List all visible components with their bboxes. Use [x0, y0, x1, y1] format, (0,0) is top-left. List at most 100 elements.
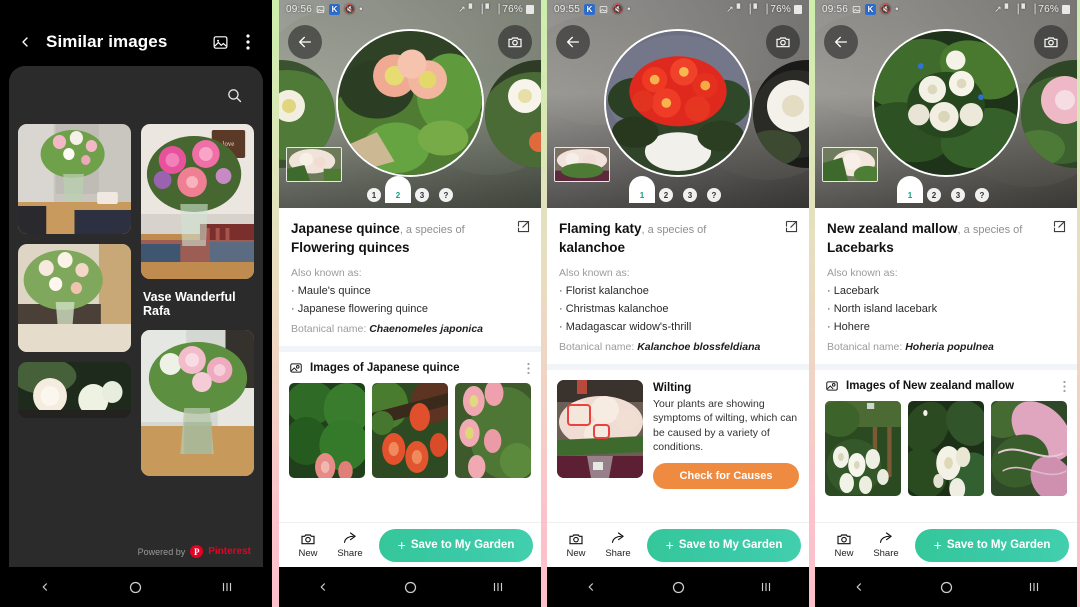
pager-dot-help[interactable]: ?: [707, 188, 721, 202]
hero-camera-button[interactable]: [498, 25, 532, 59]
pager-dot-3[interactable]: 3: [683, 188, 697, 202]
pager-dot-2[interactable]: 2: [659, 188, 673, 202]
kebab-menu-icon: [527, 362, 530, 374]
nav-home-icon[interactable]: [128, 580, 143, 595]
share-button[interactable]: Share: [597, 531, 639, 559]
images-overflow-button[interactable]: [1063, 380, 1066, 396]
camera-icon: [776, 37, 790, 48]
plant-title: Flaming katy, a species of kalanchoe: [559, 220, 797, 256]
plant-image-thumb[interactable]: [991, 400, 1067, 496]
nav-home-icon[interactable]: [939, 580, 954, 595]
save-to-my-garden-button[interactable]: + Save to My Garden: [915, 528, 1069, 562]
plant-image-thumb[interactable]: [372, 382, 448, 478]
carousel-pagination: 1 2 3 ?: [547, 176, 809, 208]
nav-recents-icon[interactable]: [759, 580, 773, 594]
diagnosis-card: Wilting Your plants are showing symptoms…: [557, 379, 799, 489]
hero-back-button[interactable]: [824, 25, 858, 59]
back-button[interactable]: [10, 27, 40, 57]
pager-dot-help[interactable]: ?: [975, 188, 989, 202]
source-thumbnail[interactable]: [822, 147, 878, 182]
photo-source-bouquet: [823, 148, 877, 181]
pager-dot-2[interactable]: 2: [927, 188, 941, 202]
pager-dot-1[interactable]: 1: [367, 188, 381, 202]
save-to-my-garden-button[interactable]: + Save to My Garden: [379, 528, 533, 562]
pager-dot-3[interactable]: 3: [951, 188, 965, 202]
images-overflow-button[interactable]: [527, 362, 530, 378]
status-bar-dark: [0, 0, 272, 18]
nav-recents-icon[interactable]: [1027, 580, 1041, 594]
botanical-label: Botanical name:: [291, 322, 367, 335]
similar-image-thumb[interactable]: [141, 330, 254, 476]
diagnosis-body: Wilting Your plants are showing symptoms…: [653, 380, 799, 489]
nav-home-icon[interactable]: [403, 580, 418, 595]
similar-image-thumb[interactable]: love: [141, 124, 254, 279]
photo-mallow-white-blossoms: [825, 400, 901, 496]
plant-species-label: , a species of: [957, 224, 1023, 236]
nav-back-icon[interactable]: [316, 580, 330, 594]
pager-dot-3[interactable]: 3: [415, 188, 429, 202]
source-thumbnail[interactable]: [286, 147, 342, 182]
battery-icon: [526, 4, 534, 14]
pager-dot-1[interactable]: 1: [903, 188, 917, 202]
botanical-name-row: Botanical name: Kalanchoe blossfeldiana: [559, 341, 797, 353]
plant-genus: Flowering quinces: [291, 239, 410, 255]
camera-icon: [301, 534, 315, 545]
edit-button[interactable]: [516, 219, 531, 239]
images-section-title: Images of Japanese quince: [310, 361, 460, 374]
aka-item: · Florist kalanchoe: [559, 284, 649, 297]
similar-image-thumb[interactable]: [18, 362, 131, 418]
pager-dot-help[interactable]: ?: [439, 188, 453, 202]
plus-icon: +: [933, 537, 942, 553]
aka-text: Lacebark: [833, 284, 879, 297]
nav-back-icon[interactable]: [852, 580, 866, 594]
new-label: New: [834, 548, 854, 559]
edit-button[interactable]: [784, 219, 799, 239]
similar-image-thumb[interactable]: [18, 124, 131, 234]
new-photo-button[interactable]: New: [823, 531, 865, 559]
new-photo-button[interactable]: New: [287, 531, 329, 559]
plant-image-thumb[interactable]: [289, 382, 365, 478]
android-nav-bar: [0, 567, 272, 607]
plant-image-thumb[interactable]: [455, 382, 531, 478]
gallery-button[interactable]: [206, 28, 234, 56]
new-photo-button[interactable]: New: [555, 531, 597, 559]
nav-home-icon[interactable]: [671, 580, 686, 595]
edit-button[interactable]: [1052, 219, 1067, 239]
hero-camera-button[interactable]: [766, 25, 800, 59]
hero-camera-button[interactable]: [1034, 25, 1068, 59]
nav-back-icon[interactable]: [584, 580, 598, 594]
wifi-icon: ↗: [994, 3, 1002, 14]
pager-dot-2[interactable]: 2: [391, 188, 405, 202]
share-button[interactable]: Share: [329, 531, 371, 559]
check-for-causes-button[interactable]: Check for Causes: [653, 462, 799, 489]
pager-dot-1[interactable]: 1: [635, 188, 649, 202]
plant-common-name: Japanese quince: [291, 221, 400, 236]
battery-icon: [794, 4, 802, 14]
kebab-menu-icon: [246, 34, 250, 50]
search-row[interactable]: [9, 66, 263, 124]
overflow-menu-button[interactable]: [234, 28, 262, 56]
nav-back-icon[interactable]: [38, 580, 52, 594]
hero-plant-photo[interactable]: [872, 29, 1020, 177]
nav-recents-icon[interactable]: [491, 580, 505, 594]
hero-back-button[interactable]: [288, 25, 322, 59]
source-thumbnail[interactable]: [554, 147, 610, 182]
hero-back-button[interactable]: [556, 25, 590, 59]
gallery-notification-icon: [599, 5, 608, 13]
panel-japanese-quince: 1 2 3 ? 09:56 K 🔇 • ↗ ▘▕ ▘▕ 76% Japanese…: [279, 0, 541, 607]
carousel-pagination: 1 2 3 ?: [815, 176, 1077, 208]
plant-image-thumb[interactable]: [825, 400, 901, 496]
plant-image-thumb[interactable]: [908, 400, 984, 496]
save-to-my-garden-button[interactable]: + Save to My Garden: [647, 528, 801, 562]
nav-recents-icon[interactable]: [220, 580, 234, 594]
hero-plant-photo[interactable]: [604, 29, 752, 177]
aka-text: Florist kalanchoe: [565, 284, 649, 297]
share-icon: [611, 532, 624, 543]
similar-image-thumb[interactable]: [18, 244, 131, 352]
edit-icon: [1053, 220, 1066, 233]
aka-text: Maule's quince: [297, 284, 371, 297]
diagnosis-photo[interactable]: [557, 379, 643, 478]
hero-plant-photo[interactable]: [336, 29, 484, 177]
plus-icon: +: [665, 537, 674, 553]
share-button[interactable]: Share: [865, 531, 907, 559]
